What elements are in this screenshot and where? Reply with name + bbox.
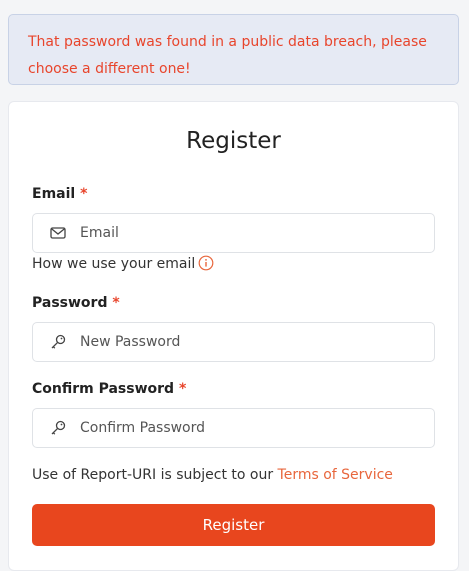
required-marker: * (178, 381, 187, 397)
register-button[interactable]: Register (32, 504, 435, 546)
terms-prefix: Use of Report-URI is subject to our (32, 467, 274, 483)
terms-of-service-link[interactable]: Terms of Service (278, 467, 393, 483)
confirm-password-field[interactable] (80, 409, 420, 447)
page-title: Register (186, 128, 281, 154)
alert-message: That password was found in a public data… (28, 34, 427, 77)
envelope-icon (49, 224, 67, 242)
breach-alert: That password was found in a public data… (8, 14, 459, 85)
key-icon (49, 419, 67, 437)
email-label: Email * (32, 186, 87, 202)
email-help: How we use your email (32, 255, 214, 272)
required-marker: * (80, 186, 88, 202)
email-label-text: Email (32, 186, 76, 202)
email-field[interactable] (80, 214, 420, 252)
email-help-text: How we use your email (32, 256, 196, 272)
confirm-password-label: Confirm Password * (32, 381, 186, 397)
password-field[interactable] (80, 323, 420, 361)
key-icon (49, 333, 67, 351)
password-field-wrapper[interactable] (32, 322, 435, 362)
email-field-wrapper[interactable] (32, 213, 435, 253)
required-marker: * (112, 295, 120, 311)
info-icon[interactable] (198, 255, 214, 271)
register-card: Register Email * How we use your email P… (8, 101, 459, 571)
confirm-password-label-text: Confirm Password (32, 381, 175, 397)
password-label-text: Password (32, 295, 108, 311)
password-label: Password * (32, 295, 120, 311)
terms-notice: Use of Report-URI is subject to our Term… (32, 467, 393, 483)
confirm-password-field-wrapper[interactable] (32, 408, 435, 448)
